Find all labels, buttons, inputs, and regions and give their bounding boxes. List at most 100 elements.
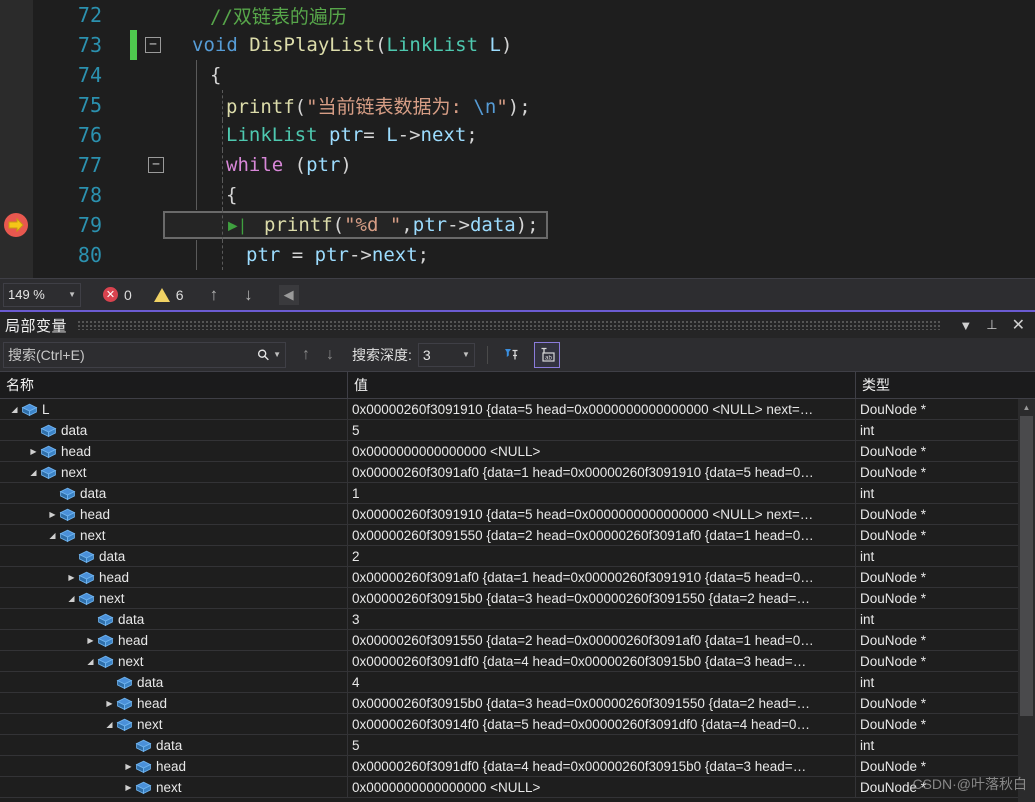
column-header-name[interactable]: 名称 [0,371,348,399]
expand-arrow-open-icon[interactable]: ◢ [46,525,59,546]
expand-arrow-closed-icon[interactable]: ▶ [46,504,59,525]
code-line[interactable]: 78 { [0,180,1035,210]
search-input[interactable]: 搜索(Ctrl+E) ⚲ ▼ [3,341,286,368]
code-line[interactable]: 80 ptr = ptr->next; [0,240,1035,270]
variable-row[interactable]: ▶ head 0x00000260f3091550 {data=2 head=0x0… [0,629,1035,651]
variable-name-cell[interactable]: data [0,671,348,693]
variable-row[interactable]: ◢ next 0x00000260f30914f0 {data=5 head=0x0… [0,713,1035,735]
expand-arrow-open-icon[interactable]: ◢ [8,399,21,420]
variable-row[interactable]: ▶ next 0x0000000000000000 <NULL> DouNode * [0,776,1035,798]
collapse-region-icon[interactable]: − [145,37,161,53]
variable-row[interactable]: ◢ next 0x00000260f30915b0 {data=3 head=0x0… [0,587,1035,609]
variable-row[interactable]: data 2 int [0,545,1035,567]
variable-name-cell[interactable]: ▶ head [0,629,348,651]
code-editor[interactable]: 72 //双链表的遍历 73 − void DisPlayList(LinkList L… [0,0,1035,278]
variable-value-cell[interactable]: 5 [348,419,856,441]
code-line[interactable]: 76 LinkList ptr= L->next; [0,120,1035,150]
variable-name-cell[interactable]: ▶ head [0,755,348,777]
collapse-panel-button[interactable]: ◀ [278,284,299,305]
locals-toolbar[interactable]: 搜索(Ctrl+E) ⚲ ▼ ↑ ↓ 搜索深度: 3 ▼ ab [0,338,1035,372]
code-line[interactable]: 72 //双链表的遍历 [0,0,1035,30]
variable-name-cell[interactable]: ▶ next [0,776,348,798]
error-count-indicator[interactable]: ✕ 0 [103,287,132,303]
collapse-region-icon[interactable]: − [148,157,164,173]
search-prev-button[interactable]: ↑ [302,346,310,364]
locals-panel-titlebar[interactable]: 局部变量 ▼ ⊥ ✕ [0,310,1035,338]
variable-value-cell[interactable]: 0x00000260f30914f0 {data=5 head=0x000002… [348,713,856,735]
variable-name-cell[interactable]: data [0,419,348,441]
variable-value-cell[interactable]: 0x00000260f3091df0 {data=4 head=0x000002… [348,650,856,672]
variable-value-cell[interactable]: 3 [348,608,856,630]
code-line[interactable]: 73 − void DisPlayList(LinkList L) [0,30,1035,60]
editor-status-bar[interactable]: 149 % ▼ ✕ 0 6 ↑ ↓ ◀ [0,278,1035,310]
zoom-level-dropdown[interactable]: 149 % ▼ [3,282,81,307]
close-icon[interactable]: ✕ [1005,315,1035,335]
chevron-down-icon[interactable]: ▼ [273,350,281,359]
expand-arrow-closed-icon[interactable]: ▶ [27,441,40,462]
variable-name-cell[interactable]: ▶ head [0,566,348,588]
variable-row[interactable]: data 3 int [0,608,1035,630]
expand-arrow-closed-icon[interactable]: ▶ [65,567,78,588]
pin-ab-toggle-button[interactable]: ab [533,341,560,368]
variable-value-cell[interactable]: 0x0000000000000000 <NULL> [348,440,856,462]
expand-arrow-closed-icon[interactable]: ▶ [122,756,135,777]
drag-grip[interactable] [77,320,943,330]
variable-row[interactable]: ◢ next 0x00000260f3091df0 {data=4 head=0x0… [0,650,1035,672]
code-line[interactable]: 74 { [0,60,1035,90]
variable-value-cell[interactable]: 0x0000000000000000 <NULL> [348,776,856,798]
variable-row[interactable]: ▶ head 0x0000000000000000 <NULL> DouNode * [0,440,1035,462]
variables-grid-header[interactable]: 名称 值 类型 [0,371,1035,399]
variable-value-cell[interactable]: 0x00000260f3091910 {data=5 head=0x000000… [348,503,856,525]
variable-row[interactable]: ◢ L 0x00000260f3091910 {data=5 head=0x0000… [0,399,1035,420]
variable-row[interactable]: ▶ head 0x00000260f30915b0 {data=3 head=0x0… [0,692,1035,714]
variable-name-cell[interactable]: ◢ next [0,713,348,735]
variable-name-cell[interactable]: data [0,545,348,567]
variable-value-cell[interactable]: 4 [348,671,856,693]
variable-row[interactable]: data 5 int [0,734,1035,756]
expand-arrow-closed-icon[interactable]: ▶ [84,630,97,651]
code-line[interactable]: 77 − while (ptr) [0,150,1035,180]
filter-pin-icon[interactable] [498,342,524,368]
variable-value-cell[interactable]: 0x00000260f3091550 {data=2 head=0x000002… [348,524,856,546]
variable-name-cell[interactable]: data [0,734,348,756]
variable-name-cell[interactable]: ▶ head [0,692,348,714]
variable-value-cell[interactable]: 0x00000260f3091af0 {data=1 head=0x000002… [348,566,856,588]
variable-row[interactable]: ▶ head 0x00000260f3091df0 {data=4 head=0x0… [0,755,1035,777]
expand-arrow-open-icon[interactable]: ◢ [27,462,40,483]
variable-name-cell[interactable]: data [0,608,348,630]
variable-name-cell[interactable]: ▶ head [0,503,348,525]
variable-value-cell[interactable]: 0x00000260f3091df0 {data=4 head=0x000002… [348,755,856,777]
search-next-button[interactable]: ↓ [326,346,334,364]
variable-row[interactable]: ▶ head 0x00000260f3091910 {data=5 head=0x0… [0,503,1035,525]
variable-row[interactable]: data 4 int [0,671,1035,693]
pin-icon[interactable]: ⊥ [979,317,1004,333]
variable-value-cell[interactable]: 0x00000260f3091910 {data=5 head=0x000000… [348,399,856,420]
next-issue-button[interactable]: ↓ [244,285,253,305]
search-depth-dropdown[interactable]: 3 ▼ [417,342,475,367]
code-line[interactable]: 75 printf("当前链表数据为: \n"); [0,90,1035,120]
expand-arrow-open-icon[interactable]: ◢ [84,651,97,672]
variable-value-cell[interactable]: 1 [348,482,856,504]
variable-row[interactable]: data 5 int [0,419,1035,441]
column-header-type[interactable]: 类型 [856,372,1019,399]
variable-row[interactable]: ▶ head 0x00000260f3091af0 {data=1 head=0x0… [0,566,1035,588]
expand-arrow-closed-icon[interactable]: ▶ [122,777,135,798]
vertical-scrollbar[interactable]: ▲ [1018,399,1035,802]
execution-pointer-icon[interactable] [2,211,30,239]
variable-row[interactable]: ◢ next 0x00000260f3091af0 {data=1 head=0x0… [0,461,1035,483]
expand-arrow-open-icon[interactable]: ◢ [103,714,116,735]
variable-value-cell[interactable]: 0x00000260f3091af0 {data=1 head=0x000002… [348,461,856,483]
variable-name-cell[interactable]: data [0,482,348,504]
expand-arrow-open-icon[interactable]: ◢ [65,588,78,609]
prev-issue-button[interactable]: ↑ [210,285,219,305]
step-into-marker-icon[interactable]: ▶| [228,216,247,235]
code-lines[interactable]: 72 //双链表的遍历 73 − void DisPlayList(LinkList L… [0,0,1035,270]
variable-name-cell[interactable]: ◢ next [0,524,348,546]
scroll-up-arrow-icon[interactable]: ▲ [1018,399,1035,416]
variables-grid-body[interactable]: ◢ L 0x00000260f3091910 {data=5 head=0x0000… [0,399,1035,802]
variable-value-cell[interactable]: 0x00000260f3091550 {data=2 head=0x000002… [348,629,856,651]
variable-name-cell[interactable]: ◢ next [0,587,348,609]
column-header-value[interactable]: 值 [348,371,856,399]
code-line[interactable]: ▶| 79 printf("%d ",ptr->data); [0,210,1035,240]
scrollbar-thumb[interactable] [1020,416,1033,716]
